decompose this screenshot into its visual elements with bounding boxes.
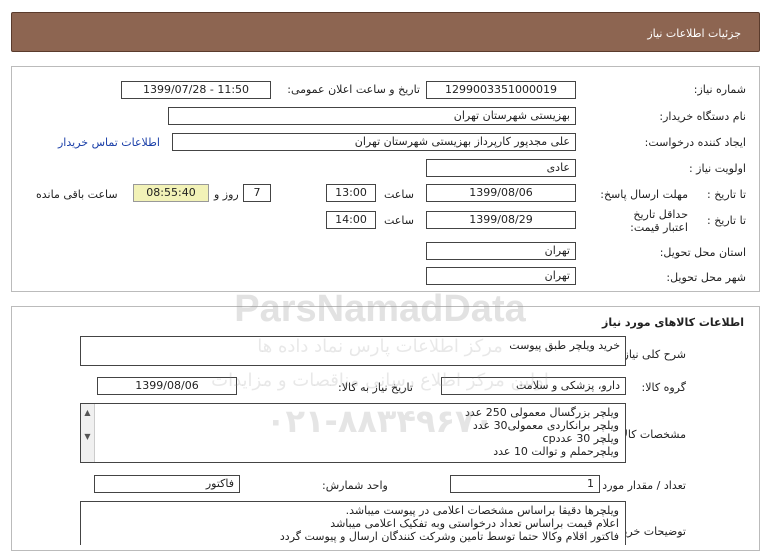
validity-time-field: 14:00 bbox=[326, 211, 376, 229]
reply-time-field: 13:00 bbox=[326, 184, 376, 202]
validity-date-field: 1399/08/29 bbox=[426, 211, 576, 229]
announce-datetime-field: 1399/07/28 - 11:50 bbox=[121, 81, 271, 99]
remaining-days-field: 7 bbox=[243, 184, 271, 202]
priority-field: عادی bbox=[426, 159, 576, 177]
general-desc-field: خرید ویلچر طبق پیوست bbox=[80, 336, 626, 366]
buyer-org-field: بهزیستی شهرستان تهران bbox=[168, 107, 576, 125]
general-desc-label: شرح کلی نیاز: bbox=[619, 348, 686, 361]
delivery-province-label: استان محل تحویل: bbox=[659, 246, 746, 259]
buyer-org-label: نام دستگاه خریدار: bbox=[659, 110, 746, 123]
scroll-up-icon[interactable]: ▲ bbox=[83, 406, 92, 419]
specs-line: ویلچر بزرگسال معمولی 250 عدد bbox=[464, 406, 619, 419]
need-number-label: شماره نیاز: bbox=[693, 83, 746, 96]
reply-time-label: ساعت bbox=[384, 188, 414, 201]
buyer-contact-link[interactable]: اطلاعات تماس خریدار bbox=[58, 136, 160, 149]
page-title: جزئیات اطلاعات نیاز bbox=[647, 27, 741, 40]
page-header: جزئیات اطلاعات نیاز bbox=[11, 12, 760, 52]
goods-group-label: گروه کالا: bbox=[641, 381, 686, 394]
buyer-notes-line: ویلچرها دقیقا براساس مشخصات اعلامی در پی… bbox=[345, 504, 619, 517]
buyer-notes-line: اعلام قیمت براساس تعداد درخواستی وبه تفک… bbox=[330, 517, 619, 530]
validity-time-label: ساعت bbox=[384, 214, 414, 227]
delivery-city-field: تهران bbox=[426, 267, 576, 285]
buyer-notes-box: ویلچرها دقیقا براساس مشخصات اعلامی در پی… bbox=[80, 501, 626, 545]
price-validity-text: حداقل تاریخ اعتبار قیمت: bbox=[630, 208, 688, 234]
goods-section-title: اطلاعات کالاهای مورد نیاز bbox=[602, 316, 744, 329]
delivery-city-label: شهر محل تحویل: bbox=[666, 271, 746, 284]
goods-specs-box[interactable]: ▲ ▼ ویلچر بزرگسال معمولی 250 عدد ویلچر ب… bbox=[80, 403, 626, 463]
delivery-province-field: تهران bbox=[426, 242, 576, 260]
scroll-down-icon[interactable]: ▼ bbox=[83, 430, 92, 443]
specs-line: ویلچر 30 عددcp bbox=[542, 432, 619, 445]
buyer-notes-line: فاکتور اقلام وکالا حتما توسط تامین وشرکت… bbox=[279, 530, 619, 543]
specs-scrollbar[interactable]: ▲ ▼ bbox=[81, 404, 95, 462]
announce-datetime-label: تاریخ و ساعت اعلان عمومی: bbox=[287, 83, 420, 96]
request-creator-field: علی مجدپور کارپرداز بهزیستی شهرستان تهرا… bbox=[172, 133, 576, 151]
price-validity-label: حداقل تاریخ اعتبار قیمت: bbox=[612, 208, 688, 234]
goods-need-date-label: تاریخ نیاز به کالا: bbox=[338, 381, 413, 394]
reply-to-date-label: تا تاریخ : bbox=[707, 188, 746, 201]
specs-line: ویلچر برانکاردی معمولی30 عدد bbox=[472, 419, 619, 432]
quantity-field: 1 bbox=[450, 475, 600, 493]
reply-date-field: 1399/08/06 bbox=[426, 184, 576, 202]
remaining-time-field: 08:55:40 bbox=[133, 184, 209, 202]
need-info-panel bbox=[11, 66, 760, 292]
validity-to-date-label: تا تاریخ : bbox=[707, 214, 746, 227]
request-creator-label: ایجاد کننده درخواست: bbox=[644, 136, 746, 149]
goods-need-date-field: 1399/08/06 bbox=[97, 377, 237, 395]
reply-deadline-label: مهلت ارسال پاسخ: bbox=[600, 188, 688, 201]
need-number-field: 1299003351000019 bbox=[426, 81, 576, 99]
remaining-time-label: ساعت باقی مانده bbox=[36, 188, 118, 201]
unit-field: فاکتور bbox=[94, 475, 240, 493]
goods-group-field: دارو، پزشکی و سلامت bbox=[441, 377, 626, 395]
days-label: روز و bbox=[214, 188, 239, 201]
unit-label: واحد شمارش: bbox=[322, 479, 388, 492]
priority-label: اولویت نیاز : bbox=[688, 162, 746, 175]
specs-line: ویلچرحملم و توالت 10 عدد bbox=[493, 445, 619, 458]
